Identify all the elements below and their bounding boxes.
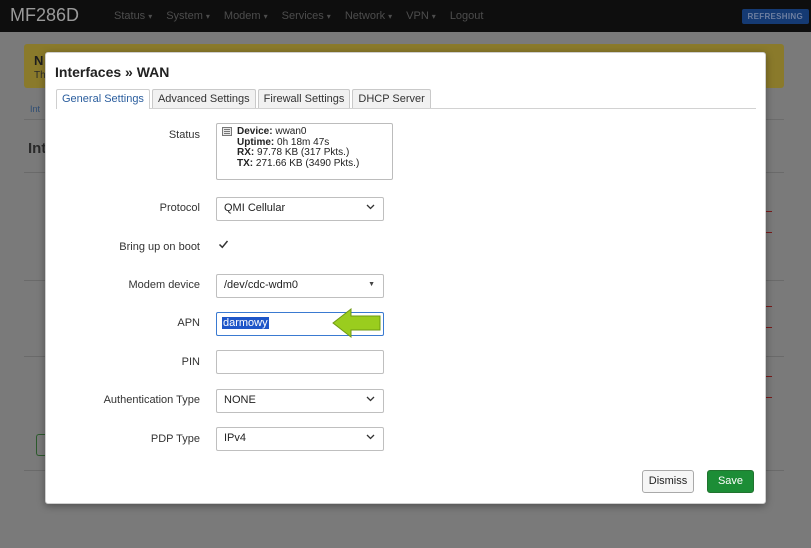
left-arrow-icon	[332, 307, 382, 342]
tab-general-settings[interactable]: General Settings	[56, 89, 150, 109]
alert-text: Th	[34, 70, 46, 81]
protocol-select[interactable]: QMI Cellular	[216, 197, 384, 221]
menu-services[interactable]: Services ▾	[282, 10, 331, 22]
device-label: Device:	[237, 126, 273, 137]
caret-icon: ▾	[263, 12, 268, 21]
uptime-value: 0h 18m 47s	[277, 136, 330, 148]
menu-logout[interactable]: Logout	[450, 10, 484, 22]
tab-advanced-settings[interactable]: Advanced Settings	[151, 89, 256, 108]
protocol-value: QMI Cellular	[224, 202, 286, 214]
auth-type-value: NONE	[224, 394, 256, 406]
caret-icon: ▾	[205, 12, 210, 21]
dismiss-button[interactable]: Dismiss	[642, 470, 694, 493]
status-label: Status	[168, 129, 200, 141]
bringup-checkbox[interactable]	[217, 239, 230, 252]
apn-value: darmowy	[222, 317, 269, 329]
tx-value: 271.66 KB (3490 Pkts.)	[255, 157, 360, 169]
caret-icon: ▾	[388, 12, 393, 21]
interface-modal: Interfaces » WAN General Settings Advanc…	[45, 52, 766, 504]
protocol-label: Protocol	[159, 202, 200, 214]
chevron-down-icon	[366, 432, 375, 444]
network-device-icon	[222, 127, 232, 136]
caret-icon: ▾	[148, 12, 153, 21]
modem-device-select[interactable]: /dev/cdc-wdm0 ▼	[216, 274, 384, 298]
bringup-label: Bring up on boot	[119, 241, 200, 253]
menu-status[interactable]: Status ▾	[114, 10, 152, 22]
tx-label: TX:	[237, 157, 254, 169]
menu-modem[interactable]: Modem ▾	[224, 10, 268, 22]
rx-label: RX:	[237, 147, 255, 158]
top-navbar: MF286D Status ▾ System ▾ Modem ▾ Services ▾ …	[0, 0, 811, 32]
menu-system[interactable]: System ▾	[166, 10, 210, 22]
pdp-type-value: IPv4	[224, 432, 247, 444]
chevron-down-icon	[366, 202, 375, 214]
main-menu: Status ▾ System ▾ Modem ▾ Services ▾ Network…	[114, 10, 483, 22]
uptime-label: Uptime:	[237, 136, 275, 148]
modem-label: Modem device	[128, 279, 200, 291]
tab-firewall-settings[interactable]: Firewall Settings	[257, 89, 351, 108]
background-heading: Int	[28, 140, 47, 157]
status-lines: Device: wwan0 Uptime: 0h 18m 47s RX: 97.…	[237, 126, 360, 169]
menu-network[interactable]: Network ▾	[345, 10, 392, 22]
rx-value: 97.78 KB (317 Pkts.)	[257, 147, 350, 158]
brand-title[interactable]: MF286D	[10, 5, 79, 26]
save-button[interactable]: Save	[707, 470, 754, 493]
alert-title: N	[34, 53, 44, 68]
tab-dhcp-server[interactable]: DHCP Server	[352, 89, 431, 108]
pin-input[interactable]	[216, 350, 384, 374]
pin-label: PIN	[181, 356, 200, 368]
chevron-down-icon	[366, 394, 375, 406]
device-value: wwan0	[275, 126, 307, 137]
checkmark-icon	[218, 240, 229, 249]
pdp-type-select[interactable]: IPv4	[216, 427, 384, 451]
background-tab: Int	[30, 104, 41, 114]
status-box: Device: wwan0 Uptime: 0h 18m 47s RX: 97.…	[216, 123, 393, 180]
caret-icon: ▾	[326, 12, 331, 21]
auth-type-label: Authentication Type	[103, 394, 200, 406]
background-add-button	[36, 434, 45, 456]
menu-vpn[interactable]: VPN ▾	[406, 10, 436, 22]
apn-label: APN	[177, 317, 200, 329]
pdp-type-label: PDP Type	[150, 433, 200, 445]
auth-type-select[interactable]: NONE	[216, 389, 384, 413]
caret-down-icon: ▼	[368, 281, 375, 288]
refreshing-badge[interactable]: REFRESHING	[741, 9, 809, 24]
modem-value: /dev/cdc-wdm0	[224, 279, 298, 291]
caret-icon: ▾	[431, 12, 436, 21]
modal-tabs: General Settings Advanced Settings Firew…	[56, 89, 756, 109]
modal-title: Interfaces » WAN	[55, 64, 170, 80]
